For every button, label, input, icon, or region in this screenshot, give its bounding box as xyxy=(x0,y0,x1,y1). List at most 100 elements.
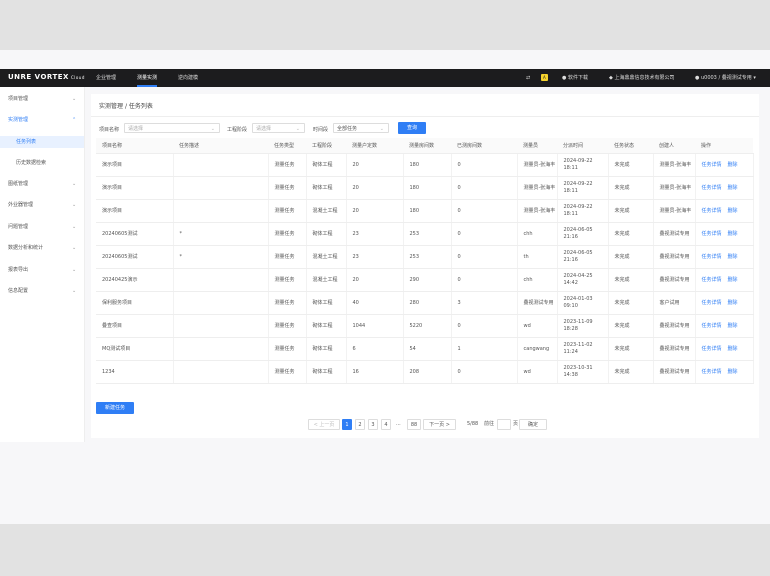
column-header: 任务状态 xyxy=(608,138,653,154)
task-detail-link[interactable]: 任务详情 xyxy=(702,300,722,306)
table-cell xyxy=(173,314,269,338)
table-cell: 客户试用 xyxy=(653,291,696,315)
table-header: 项目名称 任务描述 任务类型 工程阶段 测量户定数 测量房间数 已测房间数 测量员 分派时间 任务… xyxy=(96,138,753,154)
task-detail-link[interactable]: 任务详情 xyxy=(702,231,722,237)
table-cell: 混凝土工程 xyxy=(306,268,347,292)
table-cell: 180 xyxy=(403,199,452,223)
search-button[interactable]: 查询 xyxy=(398,122,426,134)
task-detail-link[interactable]: 任务详情 xyxy=(702,162,722,168)
sidebar-item-task-list[interactable]: 任务列表 xyxy=(0,136,84,148)
table-cell: * xyxy=(173,245,269,269)
page-unit: 页 xyxy=(513,421,519,427)
column-header: 测量房间数 xyxy=(403,138,451,154)
prev-page-button[interactable]: < 上一页 xyxy=(308,419,340,430)
row-actions: 任务详情 删除 xyxy=(695,291,754,315)
chevron-down-icon: ⌄ xyxy=(379,126,384,132)
table-cell: 未完成 xyxy=(608,222,654,246)
table-cell: 演示项目 xyxy=(96,153,174,177)
sidebar-item-issues[interactable]: 问题管理 ⌄ xyxy=(0,222,84,232)
project-select[interactable]: 请选择 ⌄ xyxy=(124,123,220,133)
ai-badge[interactable]: A xyxy=(541,69,548,87)
sidebar-item-reports[interactable]: 报表导出 ⌄ xyxy=(0,265,84,275)
table-cell: 未完成 xyxy=(608,360,654,384)
sidebar-item-config[interactable]: 信息配置 ⌄ xyxy=(0,286,84,296)
page-2[interactable]: 2 xyxy=(355,419,365,430)
task-detail-link[interactable]: 任务详情 xyxy=(702,346,722,352)
table-cell: 叠视测试专用 xyxy=(653,360,696,384)
table-cell: 测量任务 xyxy=(268,291,307,315)
table-cell: 0 xyxy=(451,153,518,177)
delete-link[interactable]: 删除 xyxy=(728,208,738,214)
table-cell: wd xyxy=(517,314,558,338)
row-actions: 任务详情 删除 xyxy=(695,199,754,223)
location-icon: ◆ xyxy=(609,75,613,81)
sidebar-item-analytics[interactable]: 数据分析和统计 ⌄ xyxy=(0,243,84,253)
task-detail-link[interactable]: 任务详情 xyxy=(702,323,722,329)
sidebar-item-history[interactable]: 历史数据检索 xyxy=(0,158,84,168)
table-cell: 0 xyxy=(451,360,518,384)
time-select[interactable]: 全部任务 ⌄ xyxy=(333,123,389,133)
sidebar-item-devices[interactable]: 外业器管理 ⌄ xyxy=(0,200,84,210)
table-cell: 2024-06-05 21:16 xyxy=(557,245,609,269)
nav-measurement[interactable]: 测量实测 xyxy=(137,69,158,87)
table-cell: 20 xyxy=(346,176,404,200)
user-menu[interactable]: ● u0003 / 叠视测试专用 ▾ xyxy=(695,69,756,87)
task-detail-link[interactable]: 任务详情 xyxy=(702,254,722,260)
column-header: 工程阶段 xyxy=(306,138,346,154)
task-detail-link[interactable]: 任务详情 xyxy=(702,185,722,191)
page-1[interactable]: 1 xyxy=(342,419,352,430)
page-4[interactable]: 4 xyxy=(381,419,391,430)
download-software[interactable]: ● 软件下载 xyxy=(562,69,588,87)
delete-link[interactable]: 删除 xyxy=(728,323,738,329)
delete-link[interactable]: 删除 xyxy=(728,300,738,306)
sidebar-item-project[interactable]: 项目管理 ⌄ xyxy=(0,94,84,104)
table-cell: 混凝土工程 xyxy=(306,199,347,223)
delete-link[interactable]: 删除 xyxy=(728,277,738,283)
table-cell: cangwang xyxy=(517,337,558,361)
table-cell: 测量员-张海丰 xyxy=(517,199,558,223)
table-cell: 未完成 xyxy=(608,245,654,269)
sidebar-item-drawings[interactable]: 图纸管理 ⌄ xyxy=(0,179,84,189)
task-detail-link[interactable]: 任务详情 xyxy=(702,369,722,375)
chevron-down-icon: ⌄ xyxy=(210,126,215,132)
delete-link[interactable]: 删除 xyxy=(728,254,738,260)
table-cell: 测量任务 xyxy=(268,337,307,361)
delete-link[interactable]: 删除 xyxy=(728,231,738,237)
delete-link[interactable]: 删除 xyxy=(728,369,738,375)
delete-link[interactable]: 删除 xyxy=(728,346,738,352)
table-cell: 砌体工程 xyxy=(306,291,347,315)
table-cell: 5220 xyxy=(403,314,452,338)
column-header: 项目名称 xyxy=(96,138,173,154)
page-size: 5/88 xyxy=(467,421,479,427)
stage-select[interactable]: 请选择 ⌄ xyxy=(252,123,305,133)
table-cell: 测量员-张海丰 xyxy=(517,176,558,200)
delete-link[interactable]: 删除 xyxy=(728,185,738,191)
table-cell: 1234 xyxy=(96,360,174,384)
table-cell: 2024-09-22 18:11 xyxy=(557,153,609,177)
delete-link[interactable]: 删除 xyxy=(728,162,738,168)
table-cell: 23 xyxy=(346,245,404,269)
project-label: 项目名称 xyxy=(99,127,120,133)
chevron-down-icon: ▾ xyxy=(753,75,756,81)
table-cell: 测量任务 xyxy=(268,153,307,177)
sidebar-item-measurement[interactable]: 实测管理 ⌃ xyxy=(0,115,84,125)
nav-reverse-modeling[interactable]: 逆向建模 xyxy=(178,69,198,87)
task-detail-link[interactable]: 任务详情 xyxy=(702,277,722,283)
page-3[interactable]: 3 xyxy=(368,419,378,430)
translate-icon[interactable]: ⇄ xyxy=(526,69,530,87)
next-page-button[interactable]: 下一页 > xyxy=(423,419,456,430)
column-header: 已测房间数 xyxy=(451,138,517,154)
divider xyxy=(91,116,759,117)
pagination: < 上一页 1 2 3 4 ... 88 下一页 > 5/88 前往 页 确定 xyxy=(91,419,759,431)
table-row: 叠查项目 测量任务 砌体工程 1044 5220 0 wd 2023-11-09 18:28 未… xyxy=(96,314,754,338)
table-cell: 54 xyxy=(403,337,452,361)
table-cell: 测量任务 xyxy=(268,245,307,269)
table-cell xyxy=(173,291,269,315)
new-task-button[interactable]: 新建任务 xyxy=(96,402,134,414)
task-detail-link[interactable]: 任务详情 xyxy=(702,208,722,214)
nav-enterprise[interactable]: 企业管理 xyxy=(96,69,116,87)
breadcrumb-parent[interactable]: 实测管理 xyxy=(99,103,123,110)
goto-page-input[interactable] xyxy=(497,419,511,430)
confirm-page-button[interactable]: 确定 xyxy=(519,419,547,430)
page-last[interactable]: 88 xyxy=(407,419,421,430)
